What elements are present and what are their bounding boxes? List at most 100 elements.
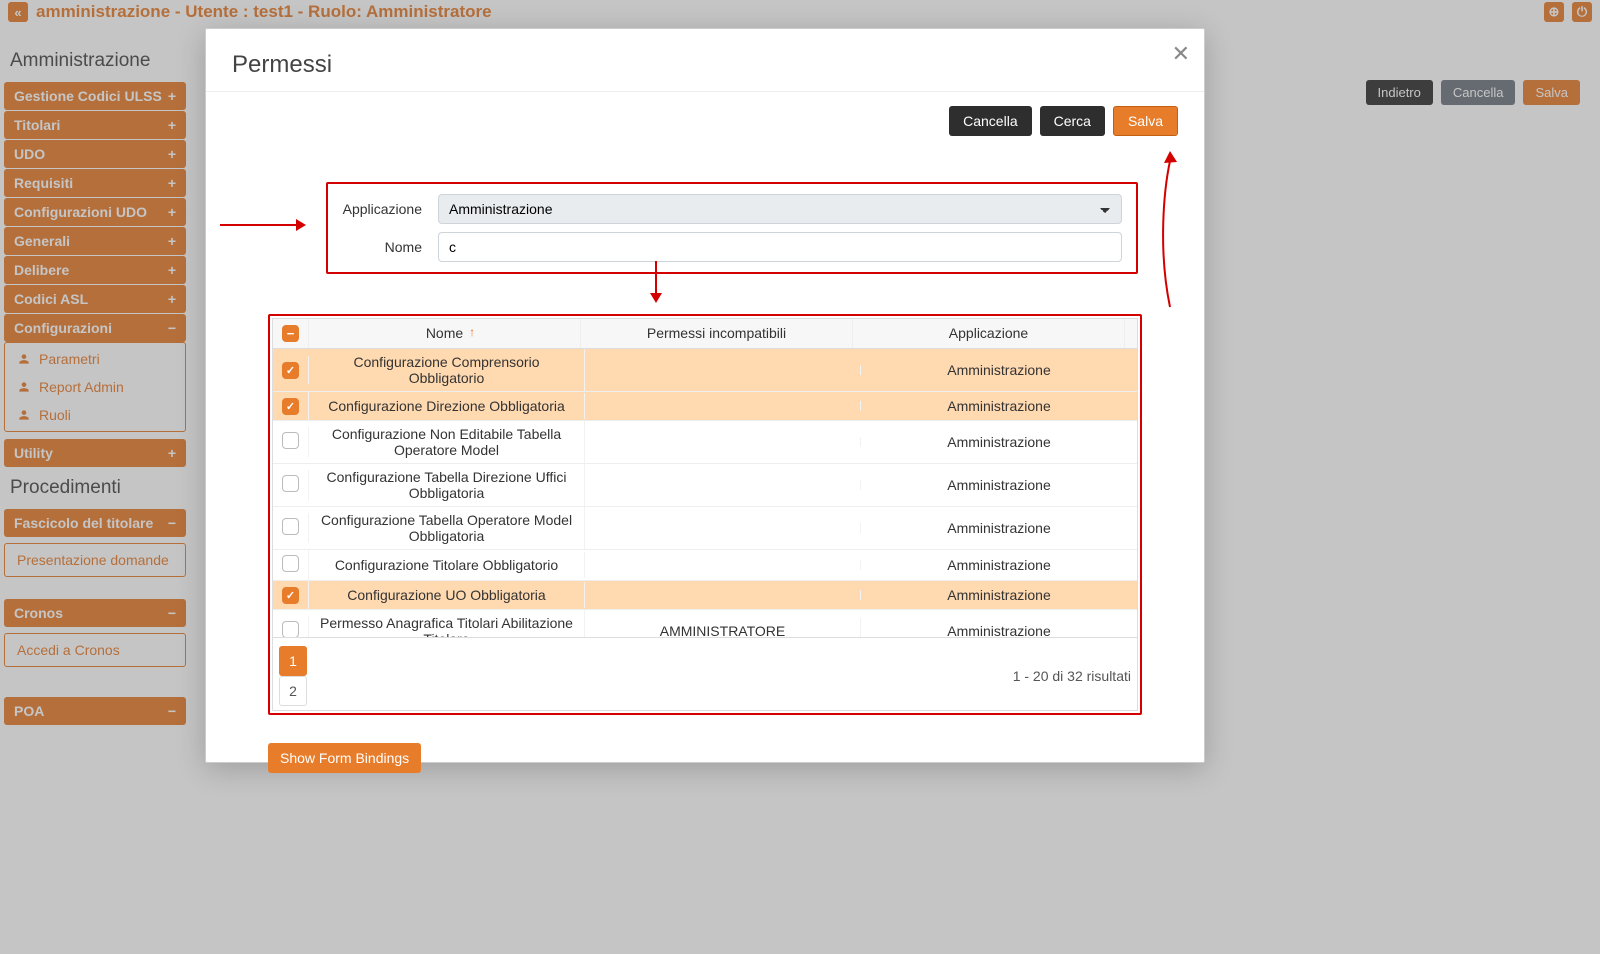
table-row[interactable]: Configurazione Titolare Obbligatorio Ammi… [273, 550, 1137, 581]
submenu-item-accedi-cronos[interactable]: Accedi a Cronos [9, 640, 181, 660]
col-incompat[interactable]: Permessi incompatibili [581, 319, 853, 348]
table-row[interactable]: Configurazione Tabella Operatore Model O… [273, 507, 1137, 550]
cell-incompat [585, 590, 861, 600]
cell-app: Amministrazione [861, 515, 1137, 541]
minus-icon: − [168, 703, 176, 719]
top-bar: « amministrazione - Utente : test1 - Ruo… [0, 0, 1600, 24]
modal-cancella-button[interactable]: Cancella [949, 106, 1031, 136]
user-icon [17, 352, 31, 366]
minus-icon: − [168, 320, 176, 336]
cell-app: Amministrazione [861, 472, 1137, 498]
table-row[interactable]: Permesso Anagrafica Titolari Abilitazion… [273, 610, 1137, 637]
nome-input[interactable] [438, 232, 1122, 262]
row-checkbox[interactable] [282, 475, 299, 492]
annotation-arrow-filter [220, 215, 306, 235]
app-title: amministrazione - Utente : test1 - Ruolo… [36, 2, 492, 22]
applicazione-label: Applicazione [342, 201, 422, 217]
plus-icon: + [168, 146, 176, 162]
sidebar-item-1[interactable]: Titolari+ [4, 111, 186, 139]
row-checkbox[interactable] [282, 398, 299, 415]
cell-nome: Configurazione Non Editabile Tabella Ope… [309, 421, 585, 463]
sidebar-item-2[interactable]: UDO+ [4, 140, 186, 168]
cell-app: Amministrazione [861, 552, 1137, 578]
nome-label: Nome [342, 239, 422, 255]
cell-incompat [585, 365, 861, 375]
sidebar-item-6[interactable]: Delibere+ [4, 256, 186, 284]
modal-cerca-button[interactable]: Cerca [1040, 106, 1105, 136]
cell-nome: Configurazione Tabella Operatore Model O… [309, 507, 585, 549]
cell-incompat [585, 523, 861, 533]
sidebar-item-utility[interactable]: Utility+ [4, 439, 186, 467]
cell-incompat [585, 480, 861, 490]
cell-nome: Configurazione Tabella Direzione Uffici … [309, 464, 585, 506]
power-icon[interactable]: ⏻ [1572, 2, 1592, 22]
filter-frame: Applicazione Amministrazione Nome [326, 182, 1138, 274]
row-checkbox[interactable] [282, 362, 299, 379]
sidebar-item-4[interactable]: Configurazioni UDO+ [4, 198, 186, 226]
row-checkbox[interactable] [282, 621, 299, 637]
submenu-item-presentazione[interactable]: Presentazione domande [9, 550, 181, 570]
submenu-item[interactable]: Parametri [9, 349, 181, 369]
sidebar-item-poa[interactable]: POA− [4, 697, 186, 725]
col-app[interactable]: Applicazione [853, 319, 1125, 348]
cell-incompat [585, 437, 861, 447]
cell-incompat [585, 560, 861, 570]
show-form-bindings-button[interactable]: Show Form Bindings [268, 743, 421, 773]
row-checkbox[interactable] [282, 587, 299, 604]
plus-icon: + [168, 262, 176, 278]
cell-nome: Configurazione UO Obbligatoria [309, 582, 585, 608]
submenu-configurazioni: Parametri Report Admin Ruoli [4, 342, 186, 432]
results-label: 1 - 20 di 32 risultati [1013, 668, 1131, 684]
salva-button[interactable]: Salva [1523, 80, 1580, 105]
cell-nome: Configurazione Comprensorio Obbligatorio [309, 349, 585, 391]
cell-app: Amministrazione [861, 357, 1137, 383]
plus-icon: + [168, 445, 176, 461]
page-2[interactable]: 2 [279, 676, 307, 706]
sidebar-item-fascicolo[interactable]: Fascicolo del titolare− [4, 509, 186, 537]
sidebar-section-procedimenti: Procedimenti [4, 473, 186, 503]
table-row[interactable]: Configurazione Non Editabile Tabella Ope… [273, 421, 1137, 464]
page-1[interactable]: 1 [279, 646, 307, 676]
cell-incompat [585, 401, 861, 411]
grid-header: Nome↑ Permessi incompatibili Applicazion… [273, 319, 1137, 349]
annotation-arrow-salva [1128, 149, 1188, 309]
col-nome[interactable]: Nome↑ [309, 319, 581, 348]
plus-icon: + [168, 175, 176, 191]
table-row[interactable]: Configurazione UO ObbligatoriaAmministra… [273, 581, 1137, 610]
sidebar-item-cronos[interactable]: Cronos− [4, 599, 186, 627]
close-icon[interactable]: ✕ [1172, 41, 1190, 67]
modal-salva-button[interactable]: Salva [1113, 106, 1178, 136]
indietro-button[interactable]: Indietro [1366, 80, 1433, 105]
submenu-item[interactable]: Report Admin [9, 377, 181, 397]
modal-title: Permessi [232, 51, 1178, 79]
table-row[interactable]: Configurazione Direzione ObbligatoriaAmm… [273, 392, 1137, 421]
plus-icon: + [168, 291, 176, 307]
submenu-cronos: Accedi a Cronos [4, 633, 186, 667]
row-checkbox[interactable] [282, 555, 299, 572]
table-row[interactable]: Configurazione Tabella Direzione Uffici … [273, 464, 1137, 507]
user-icon [17, 408, 31, 422]
cell-nome: Configurazione Titolare Obbligatorio [309, 552, 585, 578]
row-checkbox[interactable] [282, 518, 299, 535]
sidebar-item-3[interactable]: Requisiti+ [4, 169, 186, 197]
sidebar-item-7[interactable]: Codici ASL+ [4, 285, 186, 313]
plus-icon: + [168, 233, 176, 249]
sidebar-item-0[interactable]: Gestione Codici ULSS+ [4, 82, 186, 110]
select-all-checkbox[interactable] [282, 325, 299, 342]
row-checkbox[interactable] [282, 432, 299, 449]
sidebar-section-amministrazione: Amministrazione [4, 46, 186, 76]
sidebar: Amministrazione Gestione Codici ULSS+Tit… [4, 46, 186, 725]
submenu-item[interactable]: Ruoli [9, 405, 181, 425]
plus-icon: + [168, 88, 176, 104]
collapse-sidebar-button[interactable]: « [8, 2, 28, 22]
minus-icon: − [168, 515, 176, 531]
pager: 12 1 - 20 di 32 risultati [272, 638, 1138, 711]
globe-icon[interactable]: ⊕ [1544, 2, 1564, 22]
cancella-button[interactable]: Cancella [1441, 80, 1516, 105]
sidebar-item-5[interactable]: Generali+ [4, 227, 186, 255]
sidebar-item-8[interactable]: Configurazioni− [4, 314, 186, 342]
applicazione-select[interactable]: Amministrazione [438, 194, 1122, 224]
permessi-modal: ✕ Permessi Cancella Cerca Salva Applicaz… [205, 28, 1205, 763]
table-frame: Nome↑ Permessi incompatibili Applicazion… [268, 314, 1142, 715]
table-row[interactable]: Configurazione Comprensorio Obbligatorio… [273, 349, 1137, 392]
